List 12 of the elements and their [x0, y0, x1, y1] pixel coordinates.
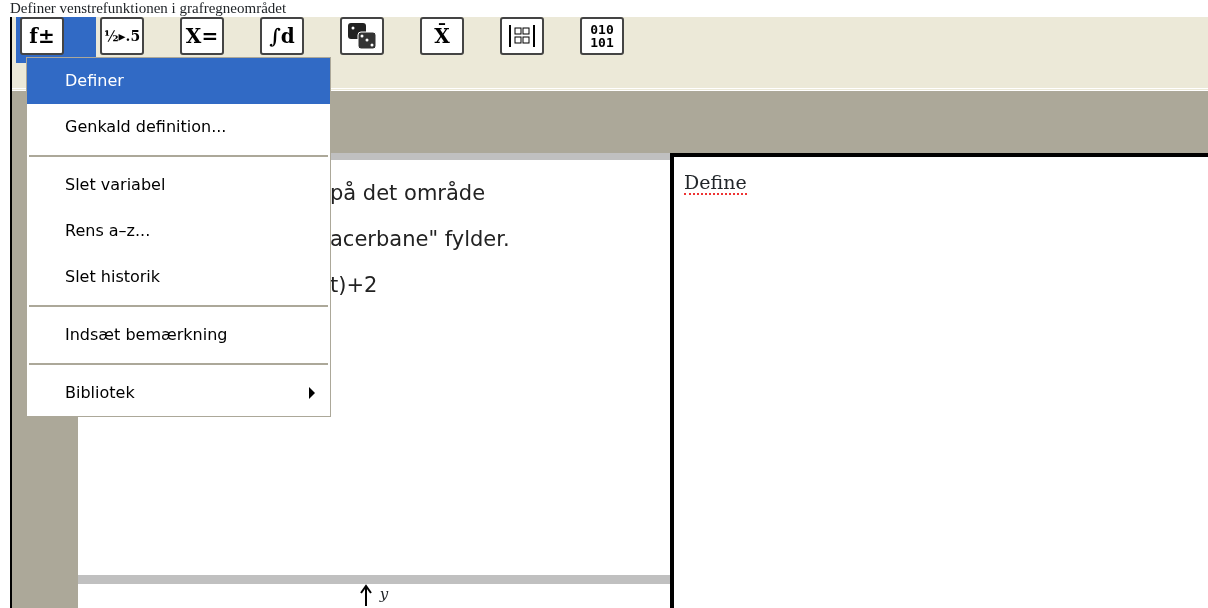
- notes-text: på det område: [330, 180, 487, 207]
- notes-text: t)+2: [330, 272, 379, 299]
- axis-arrow-icon: [359, 584, 372, 606]
- toolbar-button[interactable]: X̄: [416, 17, 496, 63]
- axis-label: y: [379, 584, 389, 604]
- calculator-entry[interactable]: Define: [684, 171, 747, 195]
- toolbar-button[interactable]: 010 101: [576, 17, 656, 63]
- menu-item[interactable]: Definer: [27, 58, 330, 104]
- page-caption: Definer venstrefunktionen i grafregneområdet: [9, 0, 288, 17]
- dice-icon: [346, 21, 378, 51]
- grid-icon: [507, 23, 537, 49]
- notes-text: acerbane" fylder.: [330, 226, 511, 253]
